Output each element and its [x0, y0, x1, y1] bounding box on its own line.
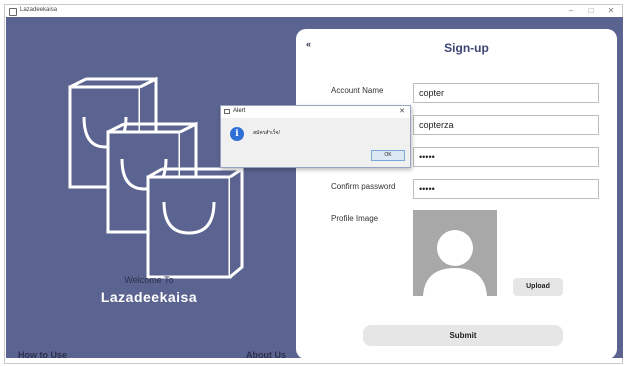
alert-window-icon: [224, 109, 230, 114]
welcome-text: Welcome To: [124, 275, 174, 285]
about-us-link[interactable]: About Us: [246, 350, 286, 360]
profile-image-label: Profile Image: [331, 214, 379, 223]
confirm-password-field[interactable]: •••••: [413, 179, 599, 199]
submit-button[interactable]: Submit: [363, 325, 563, 346]
page-title: Sign-up: [444, 41, 489, 55]
ok-button[interactable]: OK: [371, 150, 405, 161]
avatar-icon: [423, 230, 487, 296]
window-title: Lazadeekaisa: [20, 7, 58, 13]
close-window-button[interactable]: ✕: [605, 6, 617, 15]
alert-title-bar: Alert ✕: [221, 106, 410, 118]
signup-card: « Sign-up Account Name copter copterza •…: [296, 29, 617, 359]
upload-button[interactable]: Upload: [513, 278, 563, 296]
account-name-field[interactable]: copter: [413, 83, 599, 103]
welcome-panel: Welcome To Lazadeekaisa How to Use About…: [6, 17, 292, 360]
info-icon: i: [230, 127, 244, 141]
account-name-label: Account Name: [331, 86, 384, 95]
alert-dialog: Alert ✕ i สมัครสำเร็จ! OK: [220, 105, 411, 168]
maximize-button[interactable]: □: [585, 6, 597, 15]
minimize-button[interactable]: –: [565, 6, 577, 15]
alert-message: สมัครสำเร็จ!: [253, 130, 280, 136]
password-field[interactable]: •••••: [413, 147, 599, 167]
how-to-use-link[interactable]: How to Use: [18, 350, 67, 360]
app-icon: [9, 8, 17, 16]
confirm-password-label: Confirm password: [331, 182, 396, 191]
shopping-bags-icon: [68, 77, 244, 279]
alert-close-button[interactable]: ✕: [399, 107, 405, 115]
alert-title: Alert: [233, 108, 246, 114]
profile-image-placeholder: [413, 210, 497, 296]
username-field[interactable]: copterza: [413, 115, 599, 135]
brand-name: Lazadeekaisa: [100, 289, 198, 305]
